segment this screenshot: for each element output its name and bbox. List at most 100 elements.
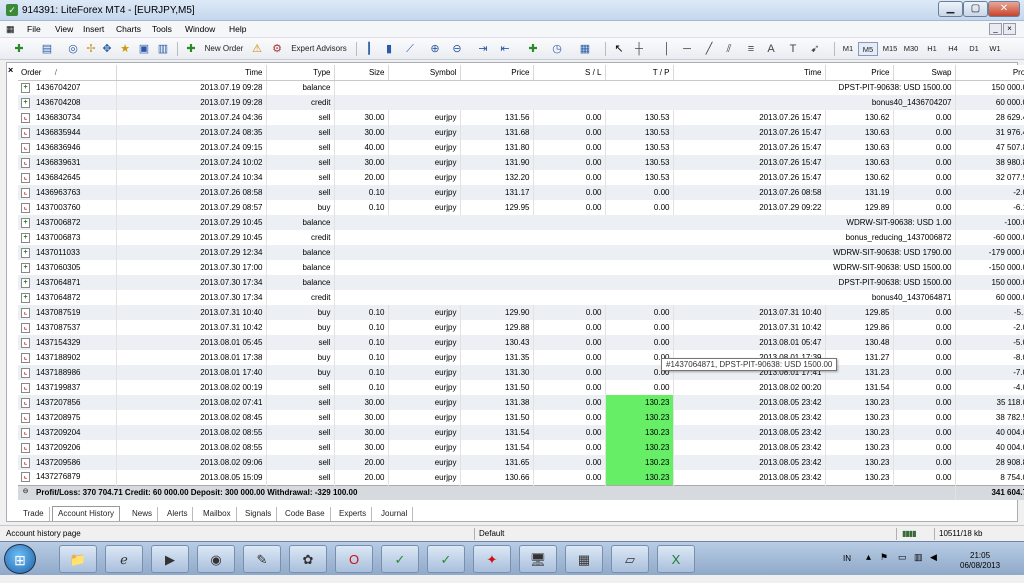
col-sl[interactable]: S / L	[533, 65, 606, 81]
tab-journal[interactable]: Journal	[376, 507, 414, 521]
table-row[interactable]: ⌞ 1436839631 2013.07.24 10:02 sell 30.00 eurj…	[18, 155, 1024, 170]
notepad-icon[interactable]: ▱	[611, 545, 649, 573]
explorer-icon[interactable]: 📁	[59, 545, 97, 573]
metatrader-icon[interactable]: ✓	[381, 545, 419, 573]
mdi-close-button[interactable]: ×	[1003, 23, 1016, 35]
table-row[interactable]: ⌞ 1437209206 2013.08.02 08:55 sell 30.00 eurj…	[18, 440, 1024, 455]
menu-charts[interactable]: Charts	[116, 24, 141, 34]
col-size[interactable]: Size	[334, 65, 389, 81]
tray-volume-icon[interactable]: ◀	[930, 552, 937, 563]
tab-mailbox[interactable]: Mailbox	[198, 507, 237, 521]
tray-monitor-icon[interactable]: ▭	[898, 552, 907, 563]
indicators-icon[interactable]: ✚	[526, 42, 540, 56]
menu-help[interactable]: Help	[229, 24, 246, 34]
arrows-icon[interactable]: ➹	[808, 42, 822, 56]
minimize-button[interactable]: ▁	[938, 1, 963, 17]
tray-network-icon[interactable]: ▥	[914, 552, 923, 563]
mdi-minimize-button[interactable]: _	[989, 23, 1002, 35]
clock[interactable]: 21:05 06/08/2013	[960, 551, 1000, 571]
table-row[interactable]: +1437011033 2013.07.29 12:34 balance WDRW-S…	[18, 245, 1024, 260]
app-icon-purple[interactable]: ✿	[289, 545, 327, 573]
timeframe-m30-button[interactable]: M30	[901, 42, 921, 56]
timeframe-m5-button[interactable]: M5	[858, 42, 878, 56]
table-row[interactable]: ⌞ 1436835944 2013.07.24 08:35 sell 30.00 eurj…	[18, 125, 1024, 140]
table-row[interactable]: +1437064872 2013.07.30 17:34 credit bonus40…	[18, 290, 1024, 305]
table-row[interactable]: +1436704208 2013.07.19 09:28 credit bonus40…	[18, 95, 1024, 110]
vertical-line-icon[interactable]: │	[660, 42, 674, 56]
favorites-icon[interactable]: ★	[118, 42, 132, 56]
metatrader-2-icon[interactable]: ✓	[427, 545, 465, 573]
profiles-icon[interactable]: ▤	[40, 42, 54, 56]
timeframe-h4-button[interactable]: H4	[943, 42, 963, 56]
templates-icon[interactable]: ▦	[578, 42, 592, 56]
zoom-out-icon[interactable]: ⊖	[450, 42, 464, 56]
table-row[interactable]: ⌞ 1437087537 2013.07.31 10:42 buy 0.10 eurjpy…	[18, 320, 1024, 335]
col-close-price[interactable]: Price	[825, 65, 894, 81]
table-row[interactable]: ⌞ 1437209586 2013.08.02 09:06 sell 20.00 eurj…	[18, 455, 1024, 470]
timeframe-h1-button[interactable]: H1	[922, 42, 942, 56]
opera-icon[interactable]: O	[335, 545, 373, 573]
tray-flag-icon[interactable]: ⚑	[880, 552, 888, 563]
candlestick-icon[interactable]: ▮	[382, 42, 396, 56]
table-row[interactable]: ⌞ 1437208975 2013.08.02 08:45 sell 30.00 eurj…	[18, 410, 1024, 425]
timeframe-d1-button[interactable]: D1	[964, 42, 984, 56]
internet-explorer-icon[interactable]: ℯ	[105, 545, 143, 573]
strategy-tester-icon[interactable]: ▥	[156, 42, 170, 56]
start-button[interactable]: ⊞	[4, 544, 36, 574]
tab-signals[interactable]: Signals	[240, 507, 278, 521]
table-row[interactable]: +1436704207 2013.07.19 09:28 balance DPST-P…	[18, 80, 1024, 95]
horizontal-line-icon[interactable]: ─	[680, 42, 694, 56]
tray-up-icon[interactable]: ▴	[866, 552, 871, 563]
channel-icon[interactable]: ⫽	[722, 42, 736, 56]
paint-icon[interactable]: ✎	[243, 545, 281, 573]
menu-file[interactable]: File	[27, 24, 41, 34]
col-order[interactable]: Order /	[18, 65, 117, 81]
table-row[interactable]: ⌞ 1437188986 2013.08.01 17:40 buy 0.10 eurjpy…	[18, 365, 1024, 380]
tab-news[interactable]: News	[127, 507, 159, 521]
crosshair-icon[interactable]: ┼	[632, 42, 646, 56]
table-row[interactable]: +1437006873 2013.07.29 10:45 credit bonus_r…	[18, 230, 1024, 245]
col-time[interactable]: Time	[116, 65, 267, 81]
menu-insert[interactable]: Insert	[83, 24, 104, 34]
app-red-icon[interactable]: ✦	[473, 545, 511, 573]
table-row[interactable]: +1437006872 2013.07.29 10:45 balance WDRW-S…	[18, 215, 1024, 230]
table-row[interactable]: ⌞ 1437003760 2013.07.29 08:57 buy 0.10 eurjpy…	[18, 200, 1024, 215]
trendline-icon[interactable]: ╱	[702, 42, 716, 56]
maximize-button[interactable]: ▢	[963, 1, 988, 17]
col-profit[interactable]: Profit	[955, 65, 1024, 81]
auto-scroll-icon[interactable]: ⇥	[476, 42, 490, 56]
table-row[interactable]: +1437060305 2013.07.30 17:00 balance WDRW-S…	[18, 260, 1024, 275]
col-close-time[interactable]: Time	[673, 65, 826, 81]
table-row[interactable]: ⌞ 1437209204 2013.08.02 08:55 sell 30.00 eurj…	[18, 425, 1024, 440]
col-symbol[interactable]: Symbol	[388, 65, 461, 81]
table-row[interactable]: ⌞ 1437188902 2013.08.01 17:38 buy 0.10 eurjpy…	[18, 350, 1024, 365]
media-player-icon[interactable]: ▶	[151, 545, 189, 573]
col-tp[interactable]: T / P	[605, 65, 674, 81]
firefox-icon[interactable]: ◉	[197, 545, 235, 573]
bar-chart-icon[interactable]: ┃	[362, 42, 376, 56]
table-row[interactable]: +1437064871 2013.07.30 17:34 balance DPST-P…	[18, 275, 1024, 290]
expert-advisors-button[interactable]: Expert Advisors	[288, 41, 350, 57]
table-row[interactable]: ⌞ 1437276879 2013.08.05 15:09 sell 20.00 eurj…	[18, 470, 1024, 485]
zoom-in-icon[interactable]: ⊕	[428, 42, 442, 56]
close-button[interactable]: ✕	[988, 1, 1020, 17]
timeframe-m15-button[interactable]: M15	[880, 42, 900, 56]
periods-icon[interactable]: ◷	[550, 42, 564, 56]
terminal-close-icon[interactable]: ×	[8, 65, 13, 75]
tab-trade[interactable]: Trade	[18, 507, 50, 521]
text-label-icon[interactable]: T	[786, 42, 800, 56]
table-row[interactable]: ⌞ 1437087519 2013.07.31 10:40 buy 0.10 eurjpy…	[18, 305, 1024, 320]
menu-view[interactable]: View	[55, 24, 73, 34]
excel-icon[interactable]: X	[657, 545, 695, 573]
terminal-icon[interactable]: ▣	[137, 42, 151, 56]
menu-tools[interactable]: Tools	[152, 24, 172, 34]
timeframe-m1-button[interactable]: M1	[838, 42, 858, 56]
col-swap[interactable]: Swap	[893, 65, 956, 81]
warning-icon[interactable]: ⚠	[250, 42, 264, 56]
text-icon[interactable]: A	[764, 42, 778, 56]
menu-window[interactable]: Window	[185, 24, 215, 34]
col-price[interactable]: Price	[460, 65, 534, 81]
new-order-button[interactable]: New Order	[201, 41, 247, 57]
language-indicator[interactable]: IN	[843, 554, 851, 563]
col-type[interactable]: Type	[266, 65, 335, 81]
